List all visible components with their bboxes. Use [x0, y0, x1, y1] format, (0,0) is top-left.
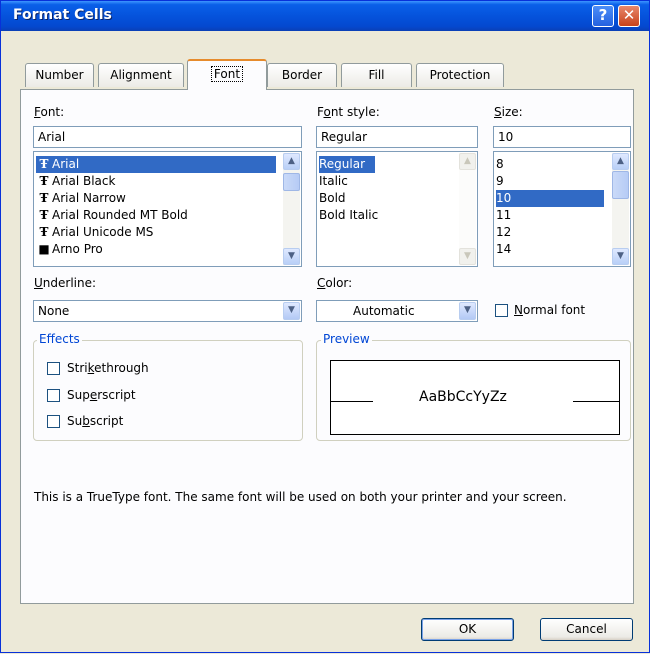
chevron-up-icon: ▲ [288, 156, 295, 166]
chevron-down-icon: ▼ [617, 251, 624, 261]
truetype-icon: Ŧ [39, 157, 49, 171]
scroll-down-button[interactable]: ▼ [283, 248, 300, 265]
subscript-label[interactable]: Subscript [67, 414, 123, 428]
truetype-icon: Ŧ [39, 208, 49, 222]
scroll-up-button: ▲ [459, 153, 476, 170]
font-info-text: This is a TrueType font. The same font w… [34, 490, 567, 504]
color-label: Color: [317, 276, 353, 290]
size-item[interactable]: 11 [496, 207, 511, 224]
chevron-down-icon[interactable]: ▼ [459, 302, 476, 320]
truetype-icon: Ŧ [39, 225, 49, 239]
scroll-up-button[interactable]: ▲ [283, 153, 300, 170]
underline-select[interactable]: None ▼ [33, 300, 302, 322]
font-list[interactable]: Ŧ Arial Ŧ Arial Black Ŧ Arial Narrow Ŧ Arial… [33, 151, 302, 267]
normal-font-checkbox[interactable] [495, 304, 508, 317]
font-style-list[interactable]: Regular Italic Bold Bold Italic ▲ ▼ [316, 151, 478, 267]
color-value: Automatic [353, 304, 415, 318]
size-list-scrollbar[interactable]: ▲ ▼ [612, 153, 629, 265]
underline-label: Underline: [34, 276, 97, 290]
font-list-item[interactable]: Ŧ Arial [36, 156, 276, 173]
size-label: Size: [494, 105, 523, 119]
truetype-icon: Ŧ [39, 191, 49, 205]
font-list-item[interactable]: ■ Arno Pro [36, 241, 102, 258]
size-item[interactable]: 8 [496, 156, 504, 173]
chevron-up-icon: ▲ [617, 156, 624, 166]
font-input[interactable]: Arial [33, 126, 302, 148]
opentype-icon: ■ [38, 242, 50, 256]
color-select[interactable]: Automatic ▼ [316, 300, 478, 322]
normal-font-label[interactable]: Normal font [514, 303, 585, 317]
preview-sample-text: AaBbCcYyZz [419, 389, 507, 405]
font-list-item[interactable]: Ŧ Arial Black [36, 173, 116, 190]
strikethrough-checkbox[interactable] [47, 362, 60, 375]
scroll-down-button: ▼ [459, 248, 476, 265]
size-item[interactable]: 10 [496, 190, 604, 207]
chevron-up-icon: ▲ [464, 156, 471, 166]
font-style-input[interactable]: Regular [316, 126, 478, 148]
font-style-scrollbar[interactable]: ▲ ▼ [459, 153, 476, 265]
size-input[interactable]: 10 [493, 126, 631, 148]
chevron-down-icon: ▼ [288, 251, 295, 261]
font-page-content: Font: Arial Ŧ Arial Ŧ Arial Black Ŧ Arial N… [1, 1, 650, 654]
subscript-checkbox[interactable] [47, 415, 60, 428]
scroll-up-button[interactable]: ▲ [612, 153, 629, 170]
preview-title: Preview [321, 332, 372, 346]
scroll-thumb[interactable] [283, 173, 300, 191]
chevron-down-icon: ▼ [464, 251, 471, 261]
chevron-down-icon[interactable]: ▼ [283, 302, 300, 320]
font-style-item[interactable]: Bold [319, 190, 346, 207]
size-item[interactable]: 14 [496, 241, 511, 258]
effects-title: Effects [37, 332, 82, 346]
truetype-icon: Ŧ [39, 174, 49, 188]
size-list[interactable]: 8 9 10 11 12 14 ▲ ▼ [493, 151, 631, 267]
font-list-item[interactable]: Ŧ Arial Unicode MS [36, 224, 154, 241]
scroll-down-button[interactable]: ▼ [612, 248, 629, 265]
strikethrough-label[interactable]: Strikethrough [67, 361, 149, 375]
scroll-thumb[interactable] [612, 171, 629, 199]
font-label: Font: [34, 105, 65, 119]
format-cells-dialog: Format Cells ? ✕ Number Alignment Font B… [0, 0, 650, 653]
font-style-item[interactable]: Bold Italic [319, 207, 378, 224]
superscript-label[interactable]: Superscript [67, 388, 136, 402]
preview-baseline-left [331, 401, 373, 402]
font-list-item[interactable]: Ŧ Arial Rounded MT Bold [36, 207, 188, 224]
font-style-item[interactable]: Regular [319, 156, 375, 173]
superscript-checkbox[interactable] [47, 389, 60, 402]
font-style-label: Font style: [317, 105, 380, 119]
font-list-scrollbar[interactable]: ▲ ▼ [283, 153, 300, 265]
underline-value: None [38, 304, 70, 318]
size-item[interactable]: 9 [496, 173, 504, 190]
font-style-item[interactable]: Italic [319, 173, 348, 190]
font-list-item[interactable]: Ŧ Arial Narrow [36, 190, 126, 207]
preview-baseline-right [573, 401, 619, 402]
size-item[interactable]: 12 [496, 224, 511, 241]
